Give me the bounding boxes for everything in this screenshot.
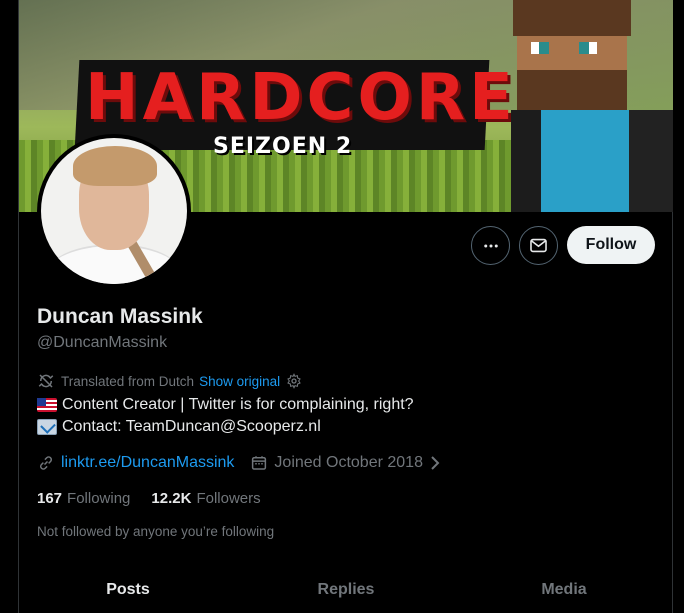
following-count[interactable]: 167 Following <box>37 490 130 507</box>
followers-count[interactable]: 12.2K Followers <box>151 490 260 507</box>
mail-icon <box>530 238 547 253</box>
incoming-envelope-icon <box>37 419 57 435</box>
profile-handle: @DuncanMassink <box>37 334 168 351</box>
profile-bio: Content Creator | Twitter is for complai… <box>37 394 414 438</box>
character-jacket <box>511 110 541 212</box>
character-arm <box>629 110 673 212</box>
calendar-icon <box>250 454 268 472</box>
following-number: 167 <box>37 490 63 507</box>
bio-text-1: Content Creator | Twitter is for complai… <box>62 396 414 413</box>
avatar-shirt <box>47 244 181 284</box>
character-pupil-right <box>579 42 589 54</box>
avatar-hair <box>73 146 157 186</box>
link-icon <box>37 454 55 472</box>
more-icon <box>483 244 498 247</box>
tab-replies[interactable]: Replies <box>237 575 455 613</box>
followers-label: Followers <box>196 490 261 507</box>
profile-name: Duncan Massink <box>37 305 203 328</box>
following-label: Following <box>67 490 131 507</box>
banner-title: HARDCORE <box>85 61 517 135</box>
chevron-right-icon[interactable] <box>429 455 441 471</box>
banner-subtitle: SEIZOEN 2 <box>213 134 353 159</box>
followers-number: 12.2K <box>151 490 192 507</box>
more-button[interactable] <box>471 226 510 265</box>
tab-media[interactable]: Media <box>455 575 673 613</box>
avatar-photo <box>41 138 187 284</box>
profile-meta: linktr.ee/DuncanMassink Joined October 2… <box>37 452 441 474</box>
bio-line-1: Content Creator | Twitter is for complai… <box>37 394 414 416</box>
gear-icon[interactable] <box>286 373 302 389</box>
show-original-link[interactable]: Show original <box>199 374 280 389</box>
us-flag-icon <box>37 398 57 412</box>
character-beard <box>517 70 627 110</box>
follow-counts: 167 Following 12.2K Followers <box>37 490 282 507</box>
translation-notice: Translated from Dutch Show original <box>37 372 302 390</box>
banner-character <box>503 0 673 212</box>
tab-posts[interactable]: Posts <box>19 575 237 613</box>
message-button[interactable] <box>519 226 558 265</box>
follow-button[interactable]: Follow <box>567 226 655 264</box>
not-followed-notice: Not followed by anyone you’re following <box>37 524 275 539</box>
avatar[interactable] <box>37 134 191 288</box>
character-pupil-left <box>539 42 549 54</box>
translate-icon <box>37 372 55 390</box>
profile-tabs: Posts Replies Media <box>19 575 673 613</box>
profile-link[interactable]: linktr.ee/DuncanMassink <box>61 454 234 472</box>
character-hair <box>513 0 631 36</box>
profile-column: HARDCORE SEIZOEN 2 Follow Duncan Massink… <box>18 0 673 613</box>
translation-text: Translated from Dutch <box>61 373 195 389</box>
bio-line-2: Contact: TeamDuncan@Scooperz.nl <box>37 416 414 438</box>
bio-text-2: Contact: TeamDuncan@Scooperz.nl <box>62 418 321 435</box>
joined-date[interactable]: Joined October 2018 <box>274 454 423 472</box>
